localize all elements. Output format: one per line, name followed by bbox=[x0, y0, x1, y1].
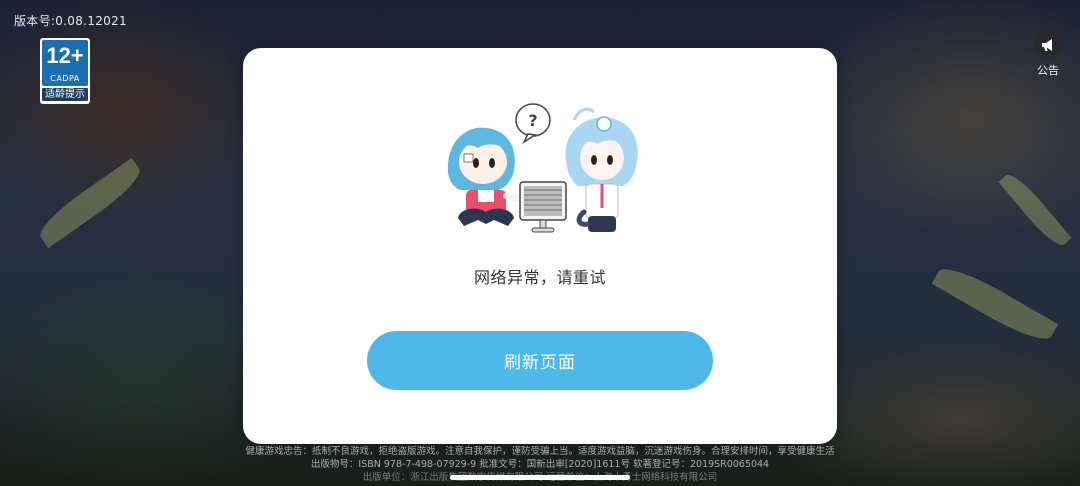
home-indicator[interactable] bbox=[450, 475, 630, 480]
age-rating-label: 适龄提示 bbox=[42, 88, 88, 101]
age-rating-icon: 12+ CADPA bbox=[42, 40, 88, 86]
refresh-page-button[interactable]: 刷新页面 bbox=[367, 331, 713, 390]
bubble-question-mark: ? bbox=[528, 111, 537, 130]
left-character bbox=[447, 127, 529, 226]
megaphone-icon bbox=[1033, 30, 1063, 60]
version-label: 版本号:0.08.12021 bbox=[14, 14, 127, 28]
network-error-dialog: ? 网络异常，请重试 刷新页面 bbox=[243, 48, 837, 444]
question-bubble: ? bbox=[515, 103, 551, 145]
notice-button[interactable]: 公告 bbox=[1030, 30, 1066, 78]
age-rating-badge[interactable]: 12+ CADPA 适龄提示 bbox=[40, 38, 90, 104]
game-loading-screen: 版本号:0.08.12021 12+ CADPA 适龄提示 公告 ? 网络异常，… bbox=[0, 0, 1080, 486]
notice-label: 公告 bbox=[1037, 64, 1059, 77]
error-message: 网络异常，请重试 bbox=[473, 268, 606, 287]
age-rating-org: CADPA bbox=[50, 74, 80, 83]
publication-info-text: 出版物号：ISBN 978-7-498-07929-9 批准文号：国新出审[20… bbox=[310, 459, 770, 470]
confused-characters-illustration: ? bbox=[447, 103, 638, 233]
health-advisory-text: 健康游戏忠告：抵制不良游戏，拒绝盗版游戏。注意自我保护，谨防受骗上当。适度游戏益… bbox=[245, 446, 835, 457]
right-character bbox=[565, 107, 638, 232]
computer-monitor bbox=[519, 181, 567, 233]
age-rating-number: 12+ bbox=[46, 43, 84, 68]
